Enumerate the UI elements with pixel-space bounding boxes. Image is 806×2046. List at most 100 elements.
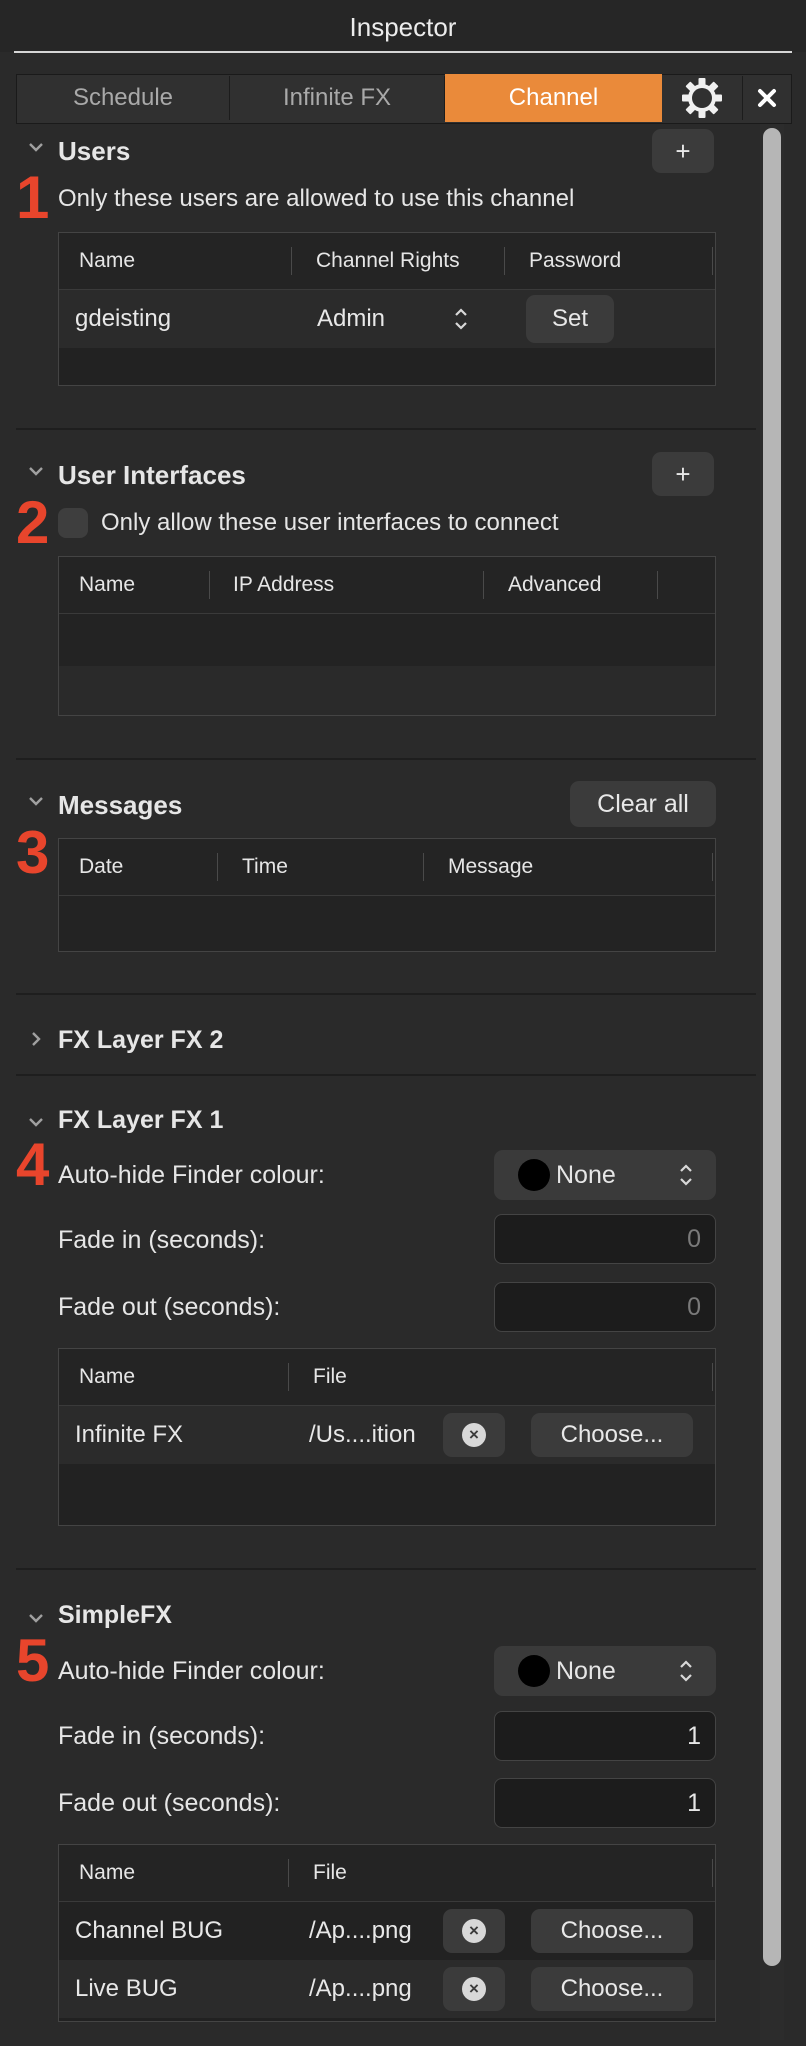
fade-out-label: Fade out (seconds): — [58, 1293, 281, 1321]
fade-out-field[interactable]: 1 — [494, 1778, 716, 1828]
clear-file-button[interactable]: × — [443, 1413, 505, 1457]
title-divider — [14, 51, 792, 53]
column-header[interactable]: Name — [79, 233, 135, 289]
column-divider — [423, 853, 424, 881]
fx-layer-1-table: Name File Infinite FX /Us....ition × Cho… — [58, 1348, 716, 1526]
column-header[interactable]: Advanced — [508, 557, 601, 613]
fx-layer-2-section-title[interactable]: FX Layer FX 2 — [58, 1026, 223, 1055]
column-divider — [712, 1859, 713, 1887]
annotation-number: 4 — [16, 1131, 50, 1198]
column-divider — [712, 853, 713, 881]
fade-in-label: Fade in (seconds): — [58, 1722, 266, 1750]
autohide-colour-popup[interactable]: None — [494, 1646, 716, 1696]
table-header: Name File — [59, 1349, 715, 1406]
fx-name-cell: Live BUG — [75, 1975, 178, 2002]
annotation-number: 3 — [16, 819, 50, 886]
colour-swatch-icon — [518, 1655, 550, 1687]
fade-in-field[interactable]: 1 — [494, 1711, 716, 1761]
section-divider — [16, 1568, 756, 1570]
add-user-interface-button[interactable]: + — [652, 452, 714, 496]
column-header[interactable]: Name — [79, 1349, 135, 1405]
clear-file-button[interactable]: × — [443, 1967, 505, 2011]
fade-out-label: Fade out (seconds): — [58, 1789, 281, 1817]
table-row[interactable]: Live BUG /Ap....png × Choose... — [59, 1960, 715, 2018]
set-password-button[interactable]: Set — [526, 295, 614, 343]
column-divider — [217, 853, 218, 881]
fade-in-label: Fade in (seconds): — [58, 1226, 266, 1254]
channel-rights-popup[interactable]: Admin — [317, 290, 385, 348]
chevron-right-icon[interactable] — [24, 1030, 48, 1053]
clear-x-icon: × — [462, 1919, 486, 1943]
table-row-empty — [59, 1464, 715, 1525]
fx-name-cell: Infinite FX — [75, 1421, 184, 1448]
autohide-colour-label: Auto-hide Finder colour: — [58, 1161, 325, 1189]
table-row[interactable]: gdeisting Admin Set — [59, 290, 715, 348]
scrollbar-thumb[interactable] — [763, 128, 781, 1966]
column-header[interactable]: Time — [242, 839, 288, 895]
fx-file-cell: /Ap....png — [309, 1975, 412, 2002]
chevron-down-icon[interactable] — [24, 792, 48, 813]
choose-file-button[interactable]: Choose... — [531, 1413, 693, 1457]
section-divider — [16, 428, 756, 430]
only-allow-ui-label[interactable]: Only allow these user interfaces to conn… — [101, 509, 559, 537]
table-row-empty — [59, 666, 715, 715]
column-header[interactable]: Date — [79, 839, 123, 895]
column-divider — [712, 1363, 713, 1391]
only-allow-ui-checkbox[interactable] — [58, 508, 88, 538]
tab-schedule[interactable]: Schedule — [17, 74, 229, 122]
tab-divider — [742, 76, 743, 120]
fade-in-field[interactable]: 0 — [494, 1214, 716, 1264]
choose-file-button[interactable]: Choose... — [531, 1909, 693, 1953]
clear-file-button[interactable]: × — [443, 1909, 505, 1953]
messages-table: Date Time Message — [58, 838, 716, 952]
table-row-empty — [59, 614, 715, 666]
column-header[interactable]: Name — [79, 557, 135, 613]
column-divider — [712, 247, 713, 275]
add-user-button[interactable]: + — [652, 129, 714, 173]
table-header: Name Channel Rights Password — [59, 233, 715, 290]
users-section-title[interactable]: Users — [58, 136, 130, 167]
close-icon — [758, 89, 776, 107]
chevron-down-icon[interactable] — [24, 462, 48, 483]
table-row-empty — [59, 348, 715, 385]
table-header: Date Time Message — [59, 839, 715, 896]
table-row-empty — [59, 896, 715, 951]
section-divider — [16, 758, 756, 760]
tab-infinite-fx[interactable]: Infinite FX — [230, 74, 444, 122]
table-row[interactable]: Channel BUG /Ap....png × Choose... — [59, 1902, 715, 1960]
window-title: Inspector — [349, 12, 457, 42]
clear-x-icon: × — [462, 1423, 486, 1447]
up-down-arrows-icon — [453, 306, 469, 337]
clear-all-button[interactable]: Clear all — [570, 781, 716, 827]
messages-section-title[interactable]: Messages — [58, 790, 182, 821]
column-divider — [483, 571, 484, 599]
simplefx-table: Name File Channel BUG /Ap....png × Choos… — [58, 1844, 716, 2022]
close-button[interactable] — [744, 74, 790, 122]
column-divider — [288, 1859, 289, 1887]
fx-file-cell: /Us....ition — [309, 1421, 416, 1448]
fx-layer-1-section-title[interactable]: FX Layer FX 1 — [58, 1106, 223, 1135]
column-header[interactable]: Password — [529, 233, 621, 289]
simplefx-section-title[interactable]: SimpleFX — [58, 1601, 172, 1630]
section-divider — [16, 993, 756, 995]
column-header[interactable]: Message — [448, 839, 533, 895]
fx-name-cell: Channel BUG — [75, 1917, 224, 1944]
tab-channel[interactable]: Channel — [445, 74, 662, 122]
users-description: Only these users are allowed to use this… — [58, 185, 575, 212]
column-header[interactable]: Channel Rights — [316, 233, 460, 289]
column-header[interactable]: IP Address — [233, 557, 334, 613]
choose-file-button[interactable]: Choose... — [531, 1967, 693, 2011]
column-divider — [288, 1363, 289, 1391]
autohide-colour-value: None — [556, 1161, 616, 1189]
column-header[interactable]: File — [313, 1845, 347, 1901]
column-header[interactable]: File — [313, 1349, 347, 1405]
column-header[interactable]: Name — [79, 1845, 135, 1901]
chevron-down-icon[interactable] — [24, 138, 48, 159]
annotation-number: 2 — [16, 489, 50, 556]
table-row[interactable]: Infinite FX /Us....ition × Choose... — [59, 1406, 715, 1464]
autohide-colour-popup[interactable]: None — [494, 1150, 716, 1200]
user-interfaces-section-title[interactable]: User Interfaces — [58, 460, 246, 491]
table-header: Name File — [59, 1845, 715, 1902]
settings-button[interactable] — [664, 74, 740, 122]
fade-out-field[interactable]: 0 — [494, 1282, 716, 1332]
